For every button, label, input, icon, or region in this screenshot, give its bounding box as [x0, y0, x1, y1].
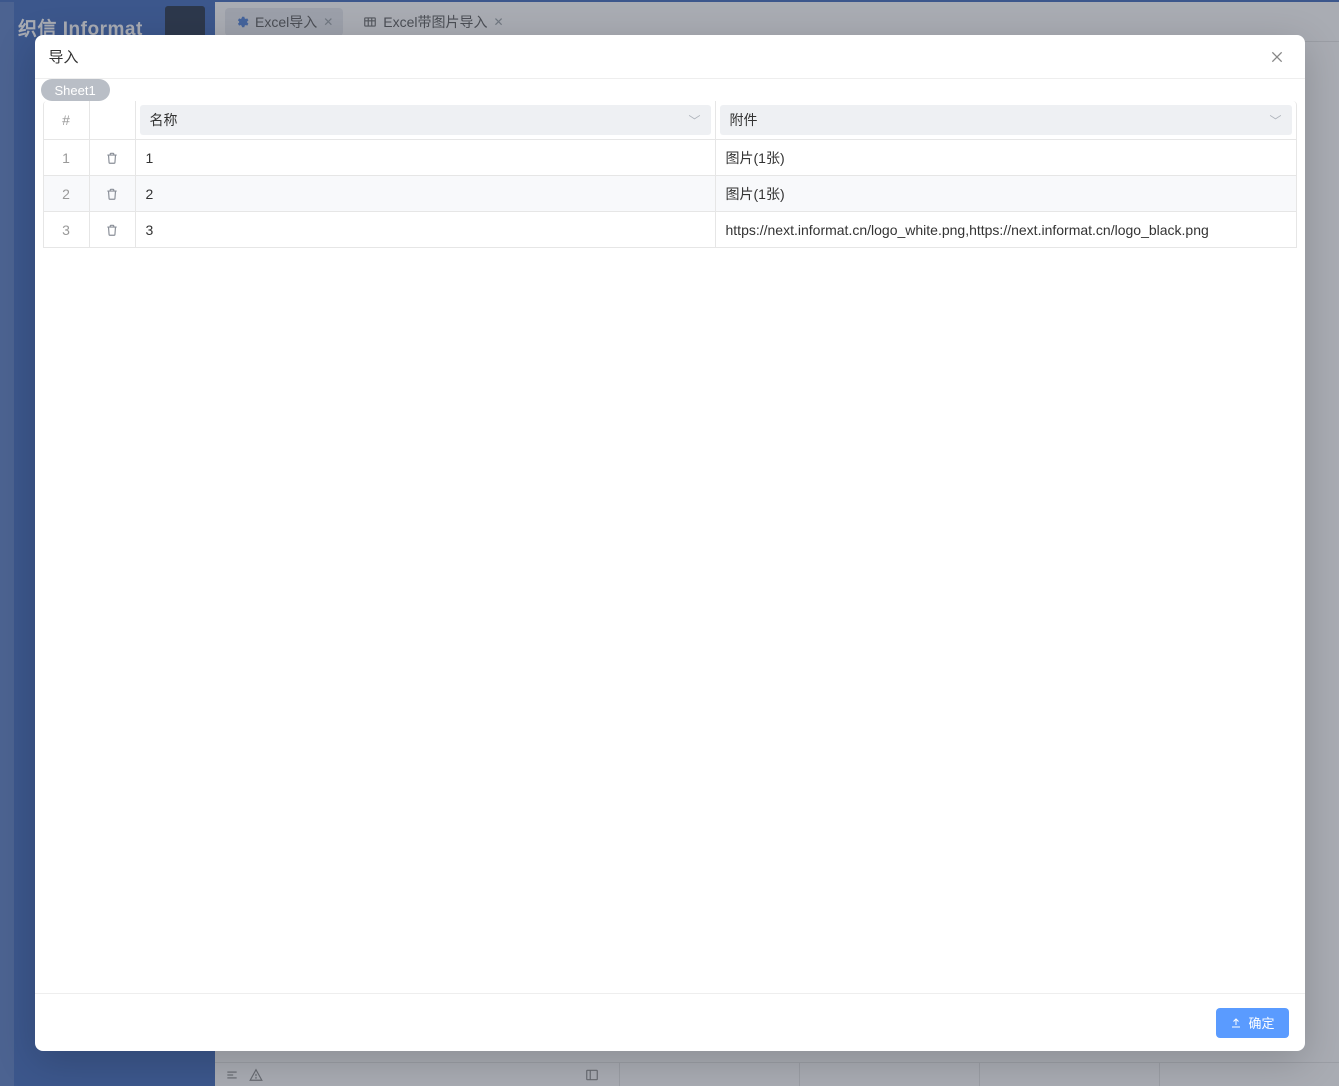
col-header-attachment-label: 附件: [730, 110, 758, 130]
delete-row-button[interactable]: [105, 223, 119, 237]
sheet-tabs-row: Sheet1: [35, 79, 1305, 101]
modal-footer: 确定: [35, 993, 1305, 1051]
sheet-tab[interactable]: Sheet1: [41, 79, 110, 101]
col-header-attachment: 附件 ﹀: [716, 101, 1296, 139]
col-header-name-label: 名称: [150, 110, 178, 130]
table-row: 1 1 图片(1张): [44, 139, 1296, 175]
table-row: 2 2 图片(1张): [44, 175, 1296, 211]
col-header-blank: [90, 101, 136, 139]
cell-name[interactable]: 2: [136, 175, 716, 211]
modal-overlay: 导入 Sheet1 # 名称 ﹀: [0, 0, 1339, 1086]
col-header-name: 名称 ﹀: [136, 101, 716, 139]
import-modal: 导入 Sheet1 # 名称 ﹀: [35, 35, 1305, 1051]
confirm-button-label: 确定: [1248, 1013, 1274, 1032]
cell-index: 3: [44, 211, 90, 247]
cell-attachment[interactable]: 图片(1张): [716, 139, 1296, 175]
modal-header: 导入: [35, 35, 1305, 79]
cell-delete: [90, 211, 136, 247]
cell-delete: [90, 139, 136, 175]
trash-icon: [105, 223, 119, 237]
delete-row-button[interactable]: [105, 151, 119, 165]
cell-name[interactable]: 1: [136, 139, 716, 175]
modal-close-button[interactable]: [1263, 43, 1291, 71]
col-header-attachment-select[interactable]: 附件 ﹀: [720, 105, 1292, 135]
chevron-down-icon: ﹀: [688, 112, 700, 129]
trash-icon: [105, 187, 119, 201]
cell-index: 1: [44, 139, 90, 175]
import-table: # 名称 ﹀ 附件 ﹀: [43, 101, 1297, 248]
table-head: # 名称 ﹀ 附件 ﹀: [44, 101, 1296, 139]
trash-icon: [105, 151, 119, 165]
delete-row-button[interactable]: [105, 187, 119, 201]
modal-body: # 名称 ﹀ 附件 ﹀: [35, 101, 1305, 993]
confirm-button[interactable]: 确定: [1216, 1008, 1288, 1038]
col-header-index: #: [44, 101, 90, 139]
cell-attachment[interactable]: https://next.informat.cn/logo_white.png,…: [716, 211, 1296, 247]
col-header-name-select[interactable]: 名称 ﹀: [140, 105, 711, 135]
chevron-down-icon: ﹀: [1269, 112, 1281, 129]
cell-name[interactable]: 3: [136, 211, 716, 247]
cell-index: 2: [44, 175, 90, 211]
cell-attachment[interactable]: 图片(1张): [716, 175, 1296, 211]
modal-title: 导入: [49, 46, 79, 67]
table-row: 3 3 https://next.informat.cn/logo_white.…: [44, 211, 1296, 247]
upload-icon: [1230, 1017, 1242, 1029]
cell-delete: [90, 175, 136, 211]
